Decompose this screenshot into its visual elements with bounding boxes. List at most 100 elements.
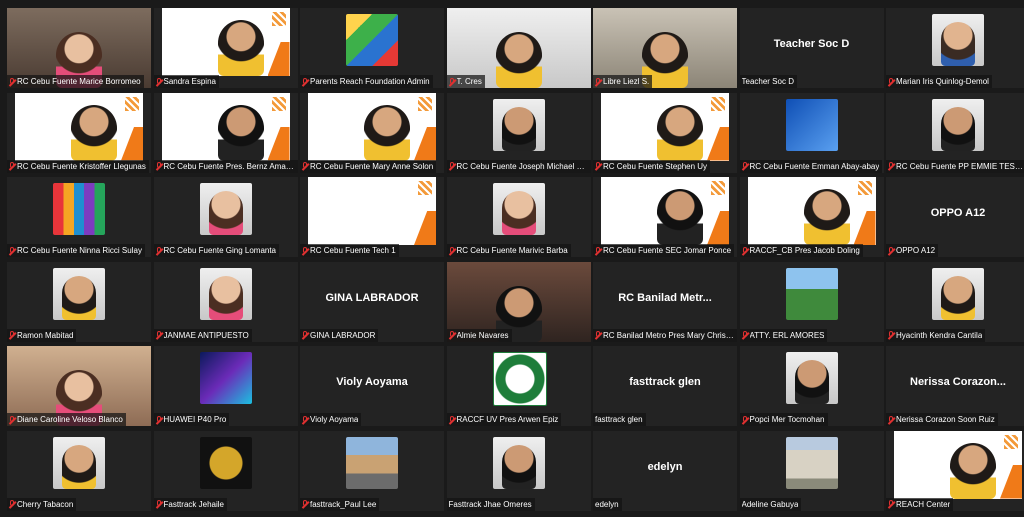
mic-muted-icon — [742, 331, 748, 339]
participant-tile[interactable]: Ramon Mabitad — [7, 261, 151, 342]
virtual-background-poster — [601, 177, 729, 245]
avatar — [941, 106, 975, 151]
participant-name-label: REACH Center — [886, 497, 954, 511]
mic-muted-icon — [742, 246, 748, 255]
mic-muted-icon — [449, 331, 455, 339]
participant-tile[interactable]: HUAWEI P40 Pro — [153, 346, 298, 426]
participant-tile[interactable]: Hyacinth Kendra Cantila — [886, 261, 1024, 342]
participant-tile[interactable]: REACH Center — [886, 430, 1024, 511]
participant-tile[interactable]: RC Cebu Fuente Joseph Michael Wong — [446, 92, 591, 173]
avatar — [62, 275, 96, 320]
participant-name: Sandra Espina — [163, 77, 216, 86]
participant-tile[interactable]: OPPO A12 OPPO A12 — [886, 177, 1024, 257]
avatar — [941, 275, 975, 320]
participant-display-name: edelyn — [647, 460, 683, 473]
participant-name-label: RC Cebu Fuente Mary Anne Solon — [300, 159, 437, 173]
participant-tile[interactable]: RC Cebu Fuente Kristoffer Llegunas — [7, 92, 151, 173]
participant-tile[interactable]: Adeline Gabuya — [739, 430, 884, 511]
profile-photo — [53, 436, 105, 489]
avatar — [794, 360, 829, 404]
participant-tile[interactable]: RC Cebu Fuente Ging Lomanta — [153, 177, 298, 257]
participant-tile[interactable]: Parents Reach Foundation Admin — [300, 8, 444, 88]
participant-name: RC Banilad Metro Pres Mary Christine — [603, 330, 735, 340]
participant-name: RC Cebu Fuente Ging Lomanta — [163, 246, 277, 255]
participant-name-label: Teacher Soc D — [739, 75, 797, 88]
participant-name: Fasttrack Jhae Omeres — [448, 499, 532, 509]
participant-tile[interactable]: Fasttrack Jhae Omeres — [446, 430, 591, 511]
mic-muted-icon — [449, 77, 455, 86]
participant-tile[interactable]: RACCF_CB Pres Jacob Doling — [739, 177, 884, 257]
participant-name: Hyacinth Kendra Cantila — [896, 330, 983, 340]
profile-photo — [492, 98, 545, 151]
participant-tile[interactable]: RC Cebu Fuente Marivic Barba — [446, 177, 591, 257]
participant-name: RC Cebu Fuente Stephen Uy — [603, 161, 708, 171]
participant-tile[interactable]: ATTY. ERL AMORES — [739, 261, 884, 342]
participant-tile[interactable]: RC Cebu Fuente Mary Anne Solon — [300, 92, 444, 173]
participant-name: RC Cebu Fuente Tech 1 — [310, 246, 396, 255]
participant-video — [803, 189, 850, 245]
participant-name: fasttrack_Paul Lee — [310, 499, 377, 509]
participant-tile[interactable]: Popci Mer Tocmohan — [739, 346, 884, 426]
participant-tile[interactable]: RC Cebu Fuente Marice Borromeo — [7, 8, 151, 88]
participant-name-label: ATTY. ERL AMORES — [739, 328, 828, 342]
participant-tile[interactable]: JANMAE ANTIPUESTO — [153, 261, 298, 342]
participant-name-label: RC Cebu Fuente PP EMMIE TESALONA — [886, 159, 1024, 173]
participant-tile[interactable]: edelyn edelyn — [593, 430, 737, 511]
participant-tile[interactable]: RC Cebu Fuente Tech 1 — [300, 177, 444, 257]
mic-muted-icon — [302, 162, 308, 170]
mic-muted-icon — [449, 415, 455, 424]
participant-video — [217, 104, 264, 161]
participant-name-label: RC Cebu Fuente Kristoffer Llegunas — [7, 159, 149, 173]
participant-name-label: Cherry Tabacon — [7, 497, 77, 511]
participant-tile[interactable]: Almie Navares — [446, 261, 591, 342]
participant-tile[interactable]: Cherry Tabacon — [7, 430, 151, 511]
profile-picture — [346, 14, 398, 66]
profile-picture — [53, 183, 105, 235]
participant-name-label: HUAWEI P40 Pro — [153, 413, 230, 426]
participant-name: Libre Liezl S. — [603, 77, 650, 86]
profile-picture — [492, 352, 547, 406]
mic-muted-icon — [742, 162, 748, 170]
participant-tile[interactable]: Sandra Espina — [153, 8, 298, 88]
participant-tile[interactable]: Violy Aoyama Violy Aoyama — [300, 346, 444, 426]
participant-tile[interactable]: RC Cebu Fuente Ninna Ricci Sulay — [7, 177, 151, 257]
participant-name-label: Marian Iris Quinlog-Demol — [886, 75, 992, 88]
participant-tile[interactable]: RC Banilad Metr... RC Banilad Metro Pres … — [593, 261, 737, 342]
participant-tile[interactable]: Teacher Soc D Teacher Soc D — [739, 8, 884, 88]
participant-name-label: RC Cebu Fuente SEC Jomar Ponce — [593, 244, 735, 257]
participant-tile[interactable]: RC Cebu Fuente PP EMMIE TESALONA — [886, 92, 1024, 173]
video-gallery-grid: RC Cebu Fuente Marice Borromeo Sandra Esp… — [0, 0, 1024, 517]
profile-photo — [199, 267, 252, 320]
mic-muted-icon — [302, 415, 308, 424]
participant-tile[interactable]: Diane Caroline Veloso Blanco — [7, 346, 151, 426]
participant-tile[interactable]: Marian Iris Quinlog-Demol — [886, 8, 1024, 88]
participant-name: RC Cebu Fuente PP EMMIE TESALONA — [896, 161, 1024, 171]
participant-video — [657, 189, 703, 245]
participant-name-label: JANMAE ANTIPUESTO — [153, 328, 252, 342]
participant-name-label: GINA LABRADOR — [300, 328, 379, 342]
participant-name-label: Fasttrack Jehaile — [153, 497, 227, 511]
mic-muted-icon — [156, 500, 162, 508]
participant-tile[interactable]: RC Cebu Fuente Stephen Uy — [593, 92, 737, 173]
participant-tile[interactable]: T. Cres — [446, 8, 591, 88]
mic-muted-icon — [302, 331, 308, 339]
mic-muted-icon — [888, 77, 894, 86]
participant-tile[interactable]: fasttrack glen fasttrack glen — [593, 346, 737, 426]
participant-tile[interactable]: Fasttrack Jehaile — [153, 430, 298, 511]
participant-tile[interactable]: RC Cebu Fuente Pres. Bernz Amante — [153, 92, 298, 173]
participant-video — [364, 104, 410, 161]
participant-tile[interactable]: Libre Liezl S. — [593, 8, 737, 88]
participant-tile[interactable]: fasttrack_Paul Lee — [300, 430, 444, 511]
participant-tile[interactable]: Nerissa Corazon... Nerissa Corazon Soon R… — [886, 346, 1024, 426]
profile-photo — [932, 267, 984, 320]
participant-tile[interactable]: RC Cebu Fuente Emman Abay-abay — [739, 92, 884, 173]
participant-name: Popci Mer Tocmohan — [749, 415, 825, 424]
participant-video — [217, 20, 264, 76]
mic-muted-icon — [9, 415, 15, 424]
participant-tile[interactable]: GINA LABRADOR GINA LABRADOR — [300, 261, 444, 342]
mic-muted-icon — [595, 246, 601, 255]
participant-tile[interactable]: RC Cebu Fuente SEC Jomar Ponce — [593, 177, 737, 257]
virtual-background-poster — [161, 92, 290, 161]
virtual-background-poster — [308, 92, 436, 161]
participant-tile[interactable]: RACCF UV Pres Arwen Epiz — [446, 346, 591, 426]
